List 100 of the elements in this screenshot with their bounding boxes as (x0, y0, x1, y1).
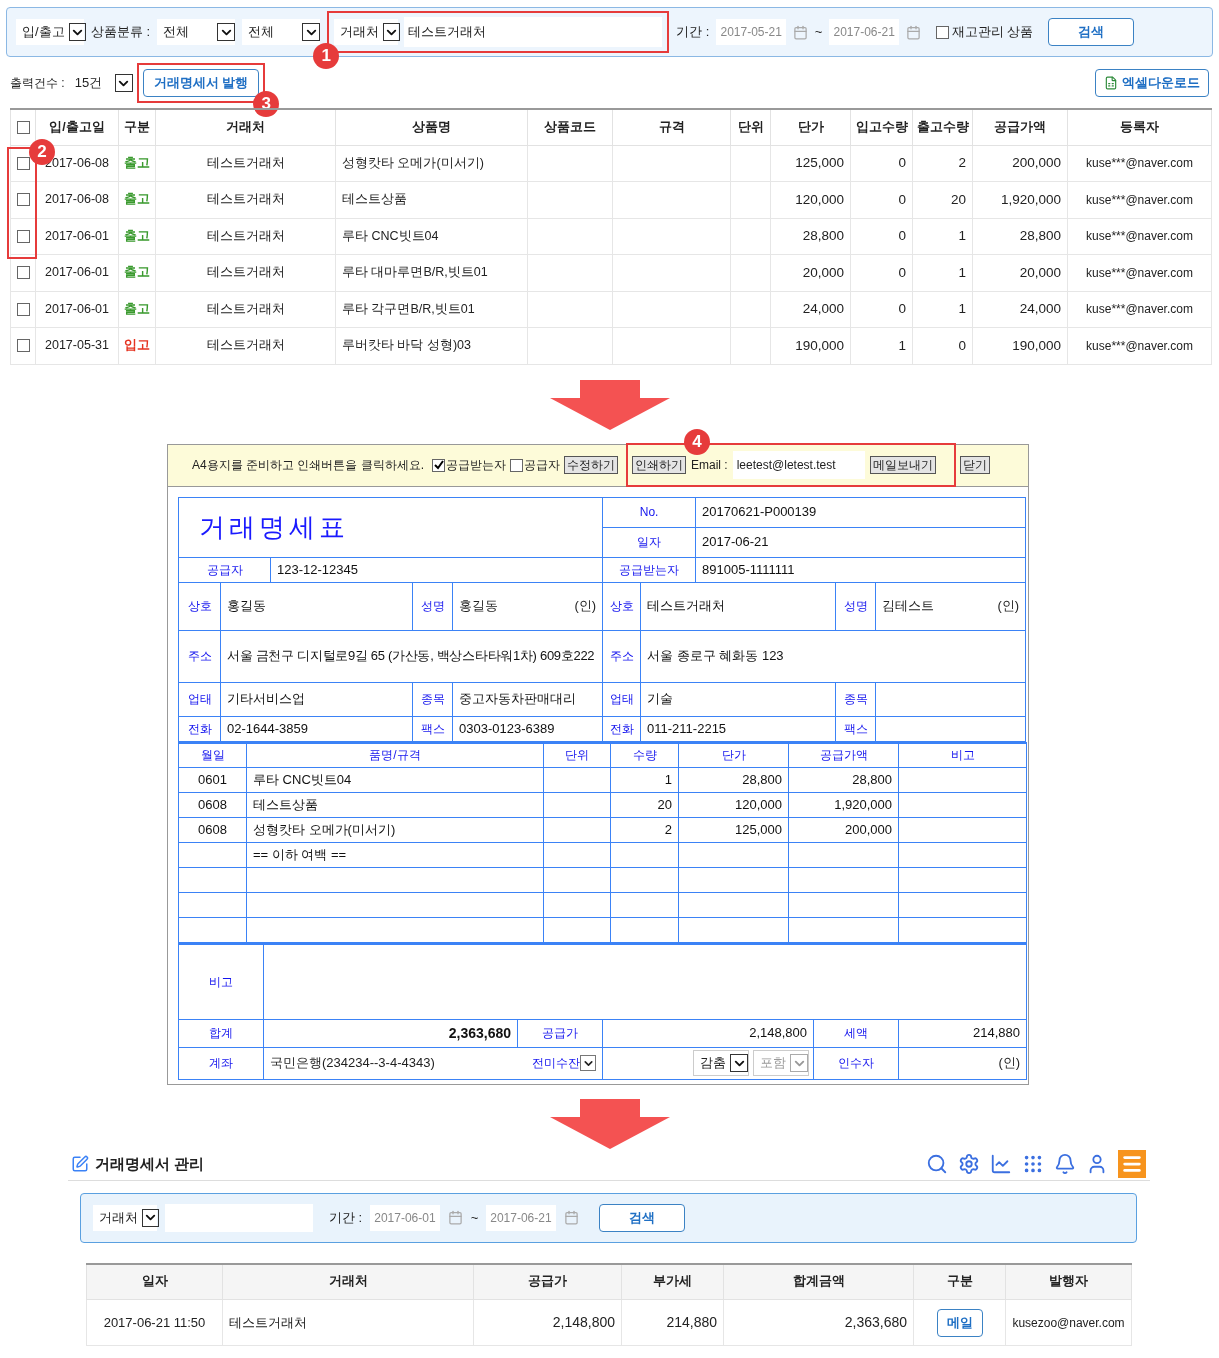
column-header: 단위 (730, 109, 771, 145)
table-cell: 2017-06-01 (35, 291, 119, 328)
column-header: 구분 (118, 109, 156, 145)
form-value: 성형캇타 오메가(미서기) (246, 817, 544, 843)
form-label: 업태 (178, 682, 221, 716)
form-label: 팩스 (835, 716, 876, 741)
edit-note-icon (71, 1155, 89, 1173)
table-cell: 2017-06-21 11:50 (86, 1299, 223, 1346)
form-label: 공급받는자 (602, 557, 696, 582)
form-value: 루타 CNC빗트04 (246, 767, 544, 793)
checkbox[interactable] (935, 25, 949, 39)
checkbox[interactable] (432, 458, 445, 472)
count-label: 출력건수 : (10, 75, 65, 92)
table-cell: kuse***@naver.com (1067, 181, 1212, 218)
checkbox-label: 재고관리 상품 (951, 23, 1034, 42)
io-select[interactable]: 입/출고 (16, 19, 84, 45)
grid-icon[interactable] (1022, 1153, 1044, 1175)
date-field[interactable]: 2017-06-01 (370, 1204, 440, 1231)
date-field[interactable]: 2017-06-21 (486, 1204, 556, 1231)
form-value: 1,920,000 (788, 792, 899, 818)
checkbox[interactable] (16, 266, 30, 280)
send-mail-button[interactable]: 메일보내기 (869, 456, 936, 474)
caret-icon (114, 74, 133, 92)
checkbox[interactable] (16, 193, 30, 207)
form-label: 종목 (412, 682, 453, 716)
form-value: 02-1644-3859 (220, 716, 413, 741)
email-field[interactable]: leetest@letest.test (732, 451, 865, 479)
table-cell: kuse***@naver.com (1067, 218, 1212, 255)
partner-input[interactable]: 테스트거래처 (404, 17, 663, 47)
category-select[interactable]: 전체 (242, 19, 321, 45)
table-cell: 테스트거래처 (222, 1299, 474, 1346)
checkbox[interactable] (16, 339, 30, 353)
settings-icon[interactable] (958, 1153, 980, 1175)
table-cell: 214,880 (621, 1299, 724, 1346)
table-cell: 2 (912, 145, 973, 182)
category-label: 상품분류 : (91, 23, 151, 42)
excel-download-button[interactable]: 엑셀다운로드 (1095, 69, 1209, 97)
table-cell: 테스트거래처 (155, 181, 336, 218)
table-cell: 2017-06-08 (35, 181, 119, 218)
chart-icon[interactable] (990, 1153, 1012, 1175)
table-cell: 1 (912, 291, 973, 328)
form-value: 기타서비스업 (220, 682, 413, 716)
column-header: 일자 (86, 1263, 223, 1300)
table-cell: 200,000 (972, 145, 1068, 182)
period-label: 기간 : (676, 23, 710, 42)
hide-select[interactable]: 감춤 (693, 1050, 749, 1076)
table-cell: 2017-06-01 (35, 218, 119, 255)
form-label: 상호 (602, 582, 641, 630)
form-label: 일자 (602, 527, 696, 557)
table-cell: 24,000 (972, 291, 1068, 328)
form-value: 서울 금천구 디지털로9길 65 (가산동, 백상스타타워1차) 609호222 (220, 630, 603, 682)
form-value: 서울 종로구 혜화동 123 (640, 630, 1026, 682)
caret-icon (302, 23, 321, 41)
checkbox[interactable] (16, 229, 30, 243)
column-header: 입고수량 (850, 109, 913, 145)
partner-select[interactable]: 거래처 (334, 19, 399, 45)
caret-icon[interactable] (580, 1055, 596, 1071)
issue-button[interactable]: 거래명세서 발행 (142, 69, 260, 97)
caret-icon (68, 23, 86, 41)
search-icon[interactable] (926, 1153, 948, 1175)
table-cell: 루버캇타 바닥 성형)03 (335, 327, 528, 364)
close-button[interactable]: 닫기 (960, 456, 990, 474)
form-value: 214,880 (898, 1019, 1027, 1047)
date-field[interactable]: 2017-06-21 (829, 19, 899, 45)
caret-icon (730, 1054, 748, 1072)
checkbox[interactable] (16, 302, 30, 316)
search-button[interactable]: 검색 (598, 1203, 685, 1232)
table-cell: 0 (850, 145, 913, 182)
table-cell: 1 (912, 254, 973, 291)
column-header: 상품코드 (527, 109, 613, 145)
print-button[interactable]: 인쇄하기 (632, 456, 686, 474)
form-value: 28,800 (678, 767, 789, 793)
checkbox[interactable] (16, 156, 30, 170)
table-cell: 0 (850, 254, 913, 291)
table-cell: 190,000 (972, 327, 1068, 364)
checkbox[interactable] (16, 120, 30, 134)
table-cell: 120,000 (770, 181, 851, 218)
search-button[interactable]: 검색 (1048, 18, 1135, 46)
edit-button[interactable]: 수정하기 (564, 456, 618, 474)
form-value: 기술 (640, 682, 836, 716)
partner-select[interactable]: 거래처 (93, 1204, 157, 1231)
category-select[interactable]: 전체 (157, 19, 236, 45)
caret-icon (142, 1208, 159, 1227)
seal-mark: (인) (997, 597, 1020, 616)
form-label: 인수자 (813, 1047, 899, 1079)
form-label: 팩스 (412, 716, 453, 741)
form-value: 0303-0123-6389 (452, 716, 603, 741)
checkbox[interactable] (510, 458, 523, 472)
form-label: 월일 (178, 742, 247, 768)
caret-icon (383, 23, 401, 41)
form-label: 비고 (898, 742, 1027, 768)
column-header: 합계금액 (723, 1263, 914, 1300)
bell-icon[interactable] (1054, 1153, 1076, 1175)
mail-button[interactable]: 메일 (936, 1308, 983, 1337)
date-field[interactable]: 2017-05-21 (716, 19, 786, 45)
table-cell: 0 (912, 327, 973, 364)
seal-mark: (인) (898, 1047, 1027, 1079)
instruction-text: A4용지를 준비하고 인쇄버튼을 클릭하세요. (192, 457, 424, 474)
form-value: == 이하 여백 == (246, 842, 544, 868)
table-cell: 0 (850, 181, 913, 218)
